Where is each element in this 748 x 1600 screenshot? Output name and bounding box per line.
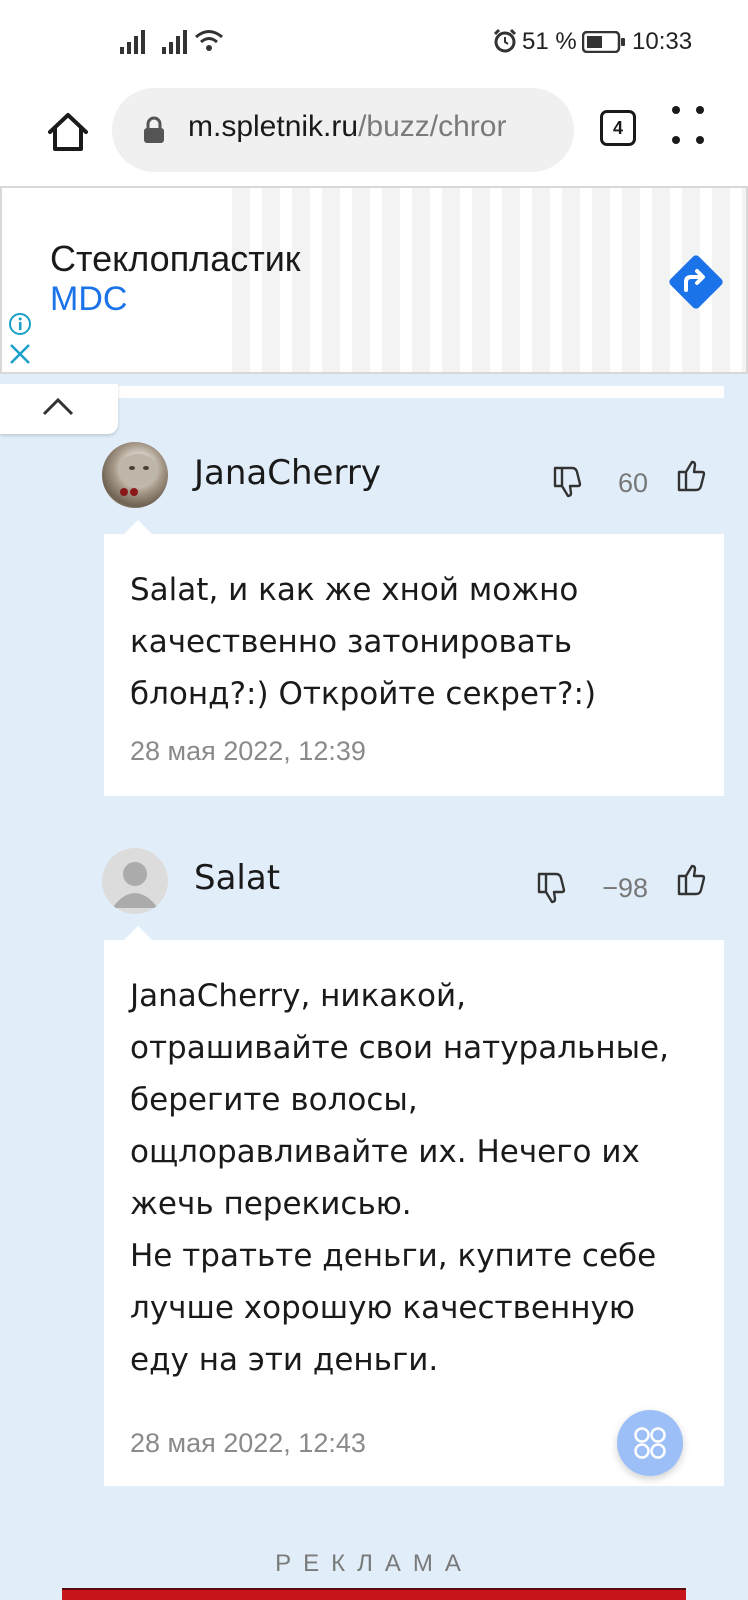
avatar[interactable]	[102, 848, 168, 914]
ad-close-icon[interactable]	[8, 342, 32, 366]
ad-banner[interactable]: Стеклопластик MDC	[0, 186, 748, 374]
ad-brand: MDC	[50, 280, 128, 318]
directions-icon[interactable]	[662, 248, 730, 316]
thumbs-down-icon[interactable]	[536, 870, 568, 904]
url-text: m.spletnik.ru/buzz/chror	[188, 110, 506, 144]
battery-percent: 51 %	[522, 28, 577, 55]
ad-info-icon[interactable]	[8, 312, 32, 336]
url-path: /buzz/chror	[358, 110, 507, 143]
home-icon[interactable]	[44, 108, 92, 156]
comment-bubble: JanaCherry, никакой, отрашивайте свои на…	[104, 940, 724, 1486]
chevron-up-icon	[42, 397, 74, 416]
collapse-ad-button[interactable]	[0, 384, 118, 434]
address-bar[interactable]: m.spletnik.ru/buzz/chror	[112, 88, 574, 172]
ad-title: Стеклопластик	[50, 238, 301, 279]
clock: 10:33	[632, 28, 693, 55]
ad-banner-bottom[interactable]	[62, 1588, 686, 1600]
comment-score: 60	[617, 468, 648, 498]
previous-comment-edge	[118, 386, 724, 398]
comment-author[interactable]: JanaCherry	[194, 453, 381, 493]
comment-date: 28 мая 2022, 12:43	[130, 1428, 366, 1458]
comment-score: −98	[602, 873, 648, 903]
signal-icon	[120, 30, 145, 54]
more-menu-button[interactable]	[672, 106, 712, 150]
status-bar: 51 % 10:33	[0, 0, 748, 86]
alarm-icon	[493, 28, 517, 53]
default-avatar-icon	[112, 862, 158, 908]
comment-text: JanaCherry, никакой, отрашивайте свои на…	[130, 978, 669, 1378]
tab-switcher-button[interactable]: 4	[600, 110, 636, 146]
url-host: m.spletnik.ru	[188, 110, 359, 143]
comment-text: Salat, и как же хной можно качественно з…	[130, 572, 597, 712]
thumbs-up-icon[interactable]	[676, 864, 708, 898]
lock-icon	[144, 116, 164, 143]
comment-author[interactable]: Salat	[194, 858, 280, 898]
signal-icon-2	[162, 30, 187, 54]
avatar-image	[118, 454, 158, 496]
comment-bubble: Salat, и как же хной можно качественно з…	[104, 534, 724, 796]
battery-icon	[582, 31, 625, 53]
floating-menu-button[interactable]	[617, 1410, 683, 1476]
wifi-icon	[195, 30, 223, 51]
avatar[interactable]	[102, 442, 168, 508]
ad-section-label: РЕКЛАМА	[275, 1550, 473, 1577]
browser-toolbar: m.spletnik.ru/buzz/chror 4	[0, 86, 748, 186]
comment-date: 28 мая 2022, 12:39	[130, 736, 366, 766]
grid-icon	[634, 1427, 666, 1459]
thumbs-up-icon[interactable]	[676, 460, 708, 494]
